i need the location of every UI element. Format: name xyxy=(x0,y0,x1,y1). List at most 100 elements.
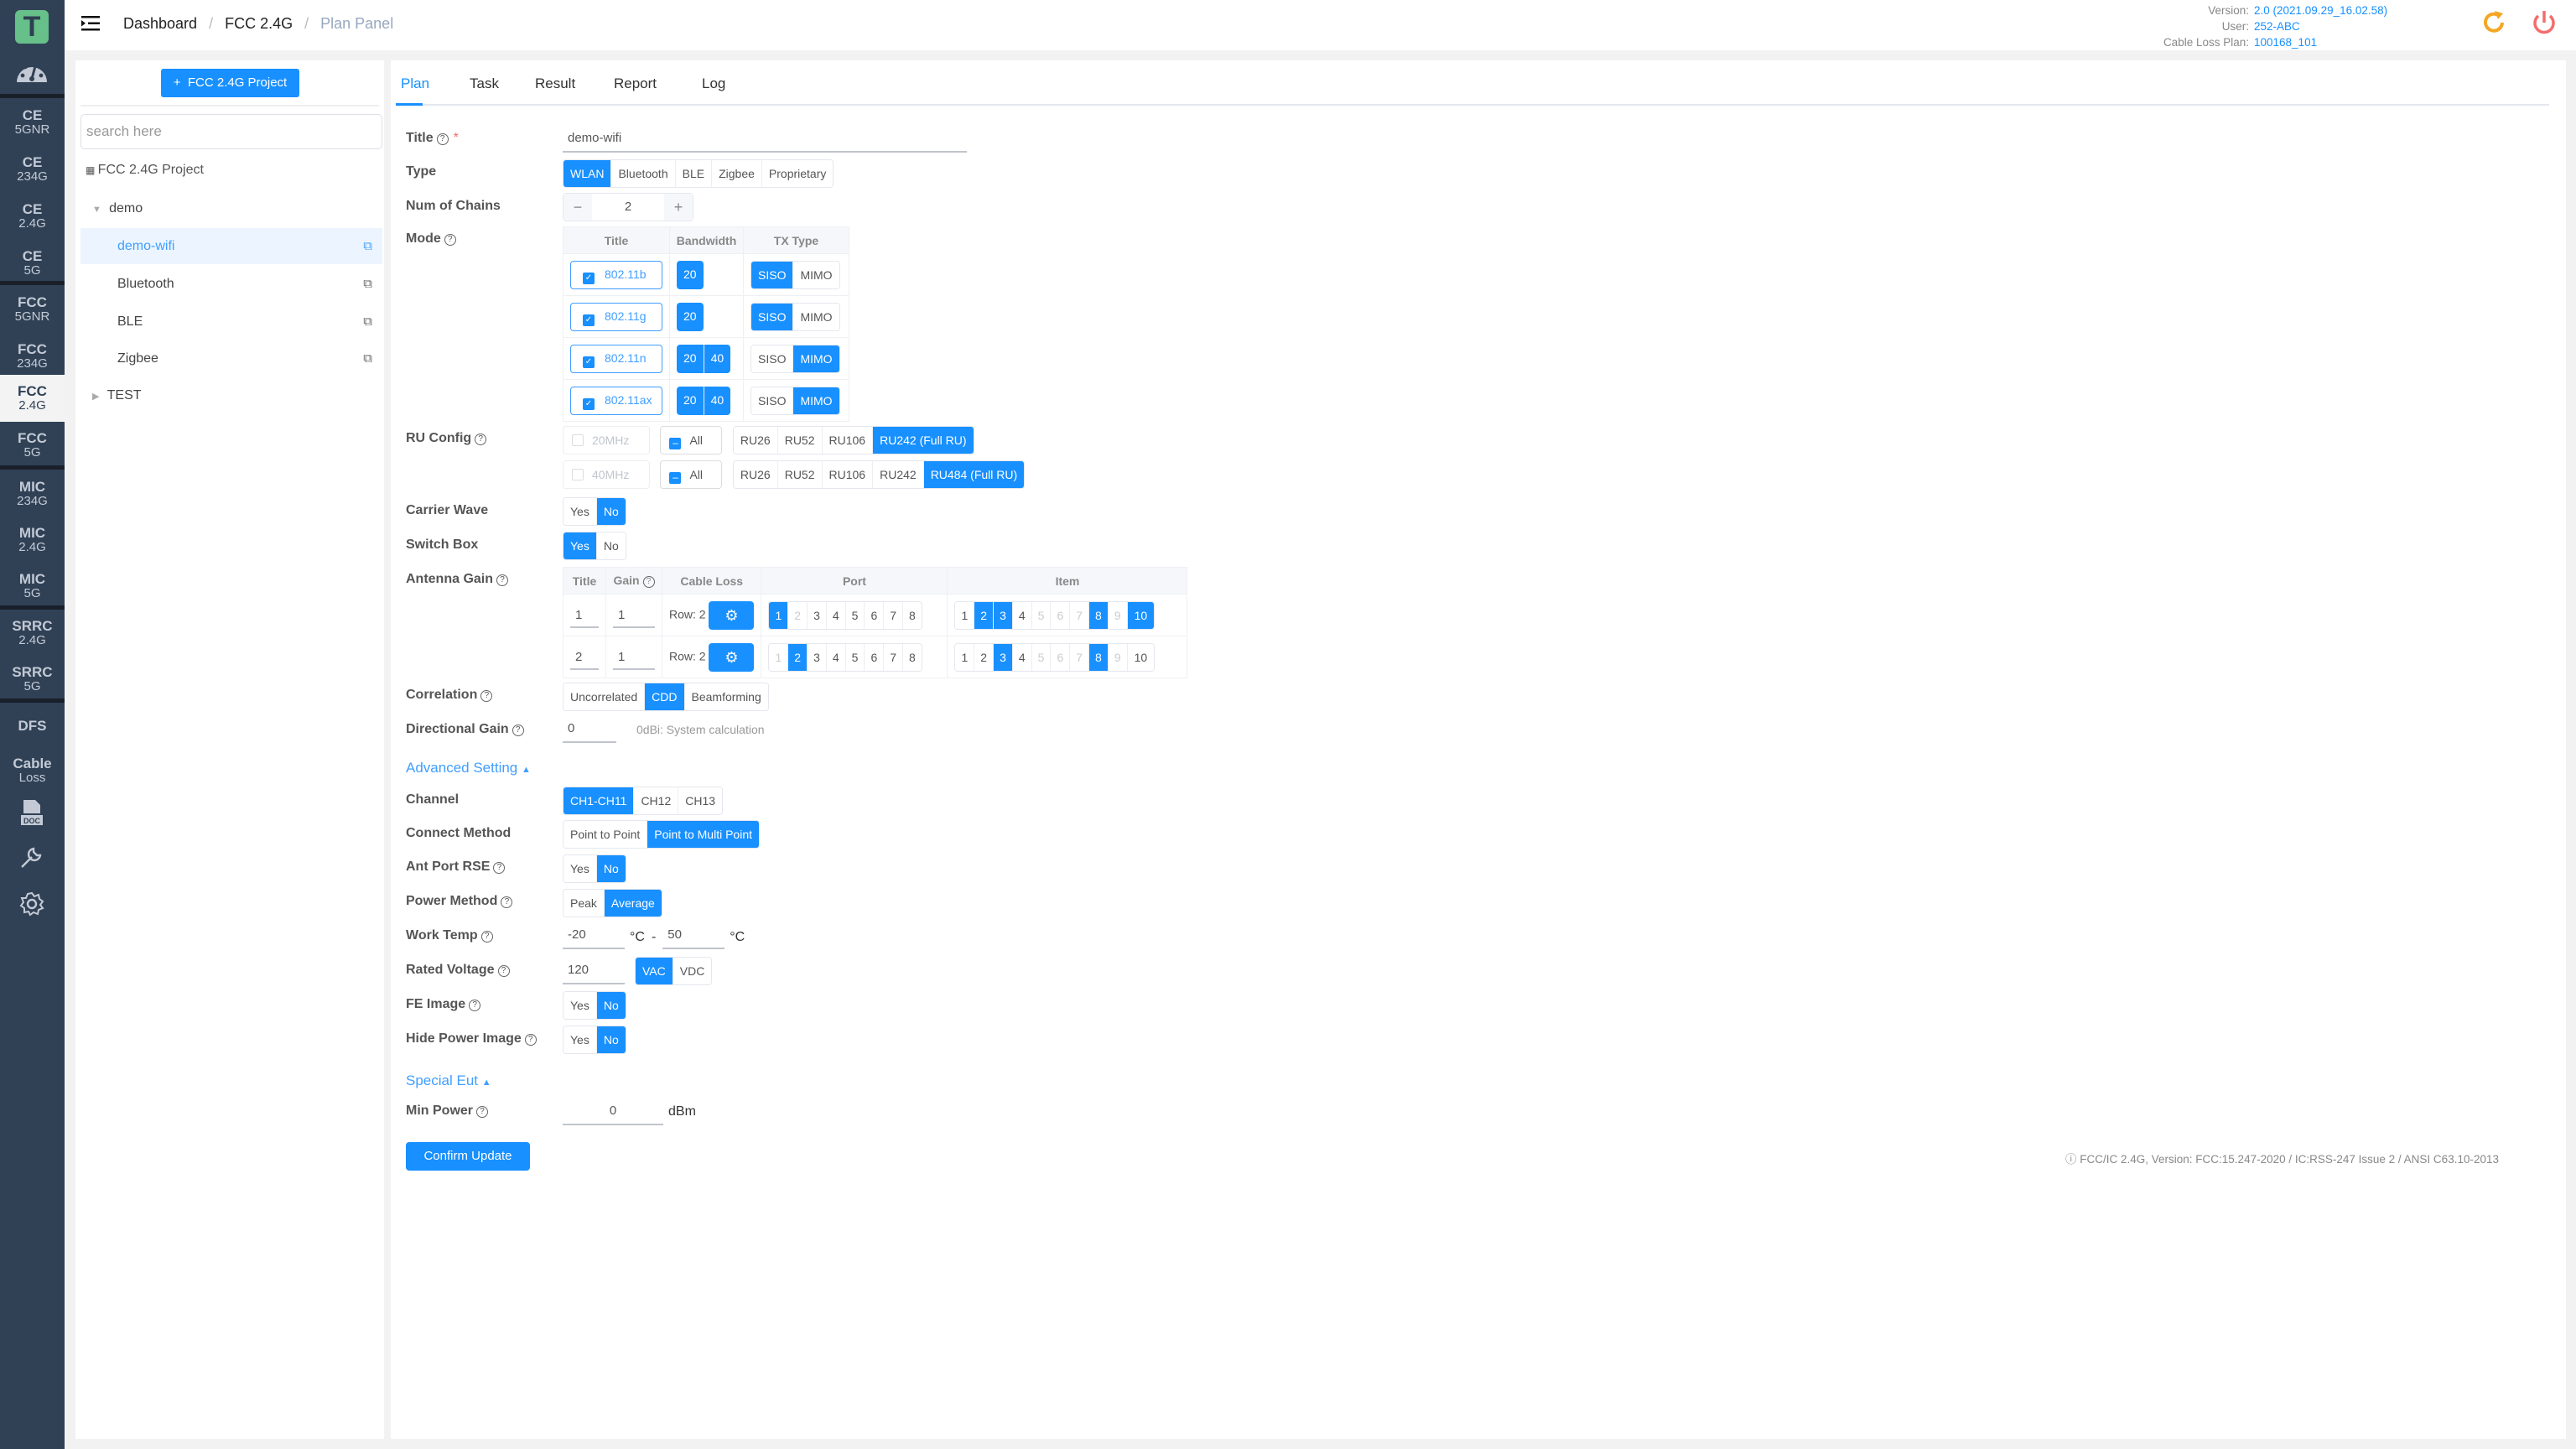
help-icon[interactable]: ? xyxy=(475,434,487,445)
power-peak[interactable]: Peak xyxy=(564,890,605,917)
correlation-beamforming[interactable]: Beamforming xyxy=(684,683,768,710)
voltage-vac[interactable]: VAC xyxy=(636,958,673,984)
copy-icon[interactable]: ⧉ xyxy=(363,266,372,302)
option-no[interactable]: No xyxy=(596,992,626,1019)
tree-node-test[interactable]: ▶ TEST xyxy=(80,377,382,413)
port-option-7[interactable]: 7 xyxy=(884,601,904,629)
item-option-3[interactable]: 3 xyxy=(994,643,1013,671)
tree-node-zigbee[interactable]: Zigbee ⧉ xyxy=(80,340,382,377)
ru-option[interactable]: RU484 (Full RU) xyxy=(923,461,1025,488)
tx-siso[interactable]: SISO xyxy=(751,345,794,372)
tree-node-demo-wifi[interactable]: demo-wifi ⧉ xyxy=(80,228,382,264)
bandwidth-40[interactable]: 40 xyxy=(704,344,731,373)
help-icon[interactable]: ? xyxy=(642,576,655,588)
rail-item-mic-234g[interactable]: MIC 234G xyxy=(0,470,65,517)
advanced-setting-toggle[interactable]: Advanced Setting ▲ xyxy=(406,760,531,776)
bandwidth-20[interactable]: 20 xyxy=(677,302,704,331)
antenna-gain-input[interactable]: 1 xyxy=(613,645,655,670)
item-option-8[interactable]: 8 xyxy=(1089,643,1109,671)
bandwidth-20[interactable]: 20 xyxy=(677,386,704,415)
cable-loss-settings-button[interactable]: ⚙ xyxy=(709,600,755,630)
port-option-6[interactable]: 6 xyxy=(865,643,885,671)
ru-option[interactable]: RU26 xyxy=(733,461,778,488)
dashboard-gauge-icon[interactable] xyxy=(15,57,49,91)
item-option-4[interactable]: 4 xyxy=(1012,643,1032,671)
tx-siso[interactable]: SISO xyxy=(751,387,794,414)
antenna-gain-input[interactable]: 1 xyxy=(613,603,655,628)
help-icon[interactable]: ? xyxy=(524,1034,537,1046)
help-icon[interactable]: ? xyxy=(497,965,510,977)
item-option-10[interactable]: 10 xyxy=(1127,643,1155,671)
item-option-8[interactable]: 8 xyxy=(1089,601,1109,629)
option-no[interactable]: No xyxy=(596,855,626,882)
project-search-input[interactable]: search here xyxy=(80,114,382,149)
ru-option[interactable]: RU106 xyxy=(822,461,874,488)
item-option-3[interactable]: 3 xyxy=(994,601,1013,629)
port-option-3[interactable]: 3 xyxy=(808,601,827,629)
port-option-1[interactable]: 1 xyxy=(769,601,789,629)
mode-checkbox[interactable]: ✓ 802.11ax xyxy=(570,386,662,415)
refresh-icon[interactable] xyxy=(2480,8,2508,44)
help-icon[interactable]: ? xyxy=(436,133,449,145)
rail-item-mic-5g[interactable]: MIC 5G xyxy=(0,563,65,610)
bandwidth-20[interactable]: 20 xyxy=(677,260,704,289)
bandwidth-40[interactable]: 40 xyxy=(704,386,731,415)
copy-icon[interactable]: ⧉ xyxy=(363,340,372,377)
special-eut-toggle[interactable]: Special Eut ▲ xyxy=(406,1072,491,1089)
option-yes[interactable]: Yes xyxy=(564,498,597,525)
port-option-5[interactable]: 5 xyxy=(845,601,865,629)
type-option-zigbee[interactable]: Zigbee xyxy=(712,160,762,187)
tx-mimo[interactable]: MIMO xyxy=(793,345,839,372)
rated-voltage-input[interactable]: 120 xyxy=(563,958,625,984)
port-option-3[interactable]: 3 xyxy=(808,643,827,671)
ru-option[interactable]: RU242 xyxy=(873,461,924,488)
chains-value[interactable]: 2 xyxy=(592,194,664,221)
rail-item-ce-234g[interactable]: CE 234G xyxy=(0,146,65,193)
item-option-2[interactable]: 2 xyxy=(974,601,995,629)
item-option-4[interactable]: 4 xyxy=(1012,601,1032,629)
port-option-5[interactable]: 5 xyxy=(845,643,865,671)
tab-task[interactable]: Task xyxy=(470,75,499,92)
breadcrumb-dashboard[interactable]: Dashboard xyxy=(123,15,197,32)
tx-mimo[interactable]: MIMO xyxy=(793,303,839,330)
increment-button[interactable]: + xyxy=(664,194,693,221)
port-option-8[interactable]: 8 xyxy=(903,601,922,629)
help-icon[interactable]: ? xyxy=(512,724,524,736)
type-option-ble[interactable]: BLE xyxy=(675,160,713,187)
channel-option[interactable]: CH1-CH11 xyxy=(564,787,635,814)
item-option-2[interactable]: 2 xyxy=(974,643,995,671)
decrement-button[interactable]: − xyxy=(564,194,592,221)
option-yes[interactable]: Yes xyxy=(564,992,597,1019)
help-icon[interactable]: ? xyxy=(501,896,513,908)
rail-item-fcc-5gnr[interactable]: FCC 5GNR xyxy=(0,286,65,333)
breadcrumb-fcc-2.4g[interactable]: FCC 2.4G xyxy=(225,15,293,32)
tree-node-demo[interactable]: ▼ demo xyxy=(80,190,382,226)
antenna-title-input[interactable]: 1 xyxy=(570,603,599,628)
power-average[interactable]: Average xyxy=(604,890,662,917)
cable-loss-settings-button[interactable]: ⚙ xyxy=(709,642,755,672)
mode-checkbox[interactable]: ✓ 802.11b xyxy=(570,260,662,289)
mode-checkbox[interactable]: ✓ 802.11g xyxy=(570,302,662,331)
rail-item-mic-2.4g[interactable]: MIC 2.4G xyxy=(0,517,65,564)
item-option-10[interactable]: 10 xyxy=(1127,601,1155,629)
tab-result[interactable]: Result xyxy=(535,75,575,92)
ru-all-checkbox[interactable]: – All xyxy=(660,460,723,489)
directional-gain-input[interactable]: 0 xyxy=(563,716,616,743)
help-icon[interactable]: ? xyxy=(480,690,493,702)
tx-mimo[interactable]: MIMO xyxy=(793,387,839,414)
tree-node-bluetooth[interactable]: Bluetooth ⧉ xyxy=(80,266,382,302)
help-icon[interactable]: ? xyxy=(469,1000,481,1011)
port-option-6[interactable]: 6 xyxy=(865,601,885,629)
connect-point-to-multi-point[interactable]: Point to Multi Point xyxy=(647,821,760,848)
tx-siso[interactable]: SISO xyxy=(751,261,794,288)
item-option-1[interactable]: 1 xyxy=(955,601,975,629)
help-icon[interactable]: ? xyxy=(496,574,509,586)
ru-option[interactable]: RU52 xyxy=(777,461,823,488)
ru-all-checkbox[interactable]: – All xyxy=(660,426,723,454)
help-icon[interactable]: ? xyxy=(476,1106,489,1118)
tab-log[interactable]: Log xyxy=(702,75,725,92)
tx-siso[interactable]: SISO xyxy=(751,303,794,330)
voltage-vdc[interactable]: VDC xyxy=(673,958,712,984)
copy-icon[interactable]: ⧉ xyxy=(363,228,372,264)
option-no[interactable]: No xyxy=(596,1026,626,1053)
